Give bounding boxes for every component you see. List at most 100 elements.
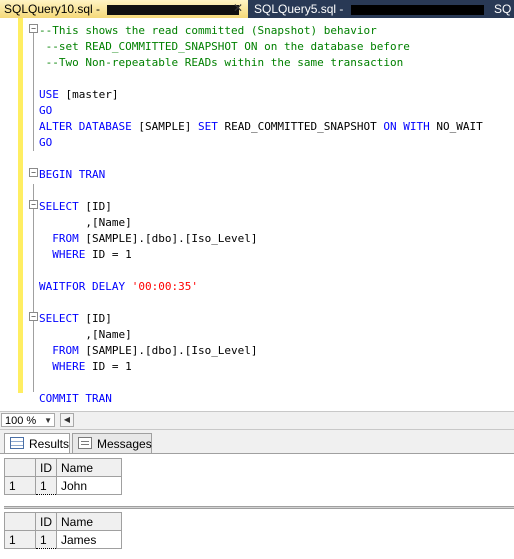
code-token: WHERE (39, 360, 92, 373)
code-token: GO (39, 104, 53, 117)
code-line[interactable] (39, 263, 483, 279)
grid-splitter[interactable] (4, 506, 514, 509)
code-token: --set READ_COMMITTED_SNAPSHOT ON on the … (39, 40, 410, 53)
code-token: COMMIT TRAN (39, 392, 112, 405)
code-line[interactable]: --This shows the read committed (Snapsho… (39, 23, 483, 39)
code-token: [SAMPLE].[dbo].[Iso_Level] (85, 232, 258, 245)
grid-corner[interactable] (4, 512, 36, 531)
code-token: FROM (39, 344, 86, 357)
sql-code[interactable]: --This shows the read committed (Snapsho… (39, 23, 483, 407)
tab-results-label: Results (29, 437, 70, 451)
column-header-id[interactable]: ID (35, 512, 57, 531)
collapse-icon[interactable]: − (29, 200, 38, 209)
zoom-dropdown[interactable]: 100 % ▼ (1, 413, 55, 427)
column-header-name[interactable]: Name (56, 512, 122, 531)
code-token: WHERE (39, 248, 92, 261)
code-line[interactable] (39, 71, 483, 87)
result-grid-2[interactable]: ID Name 1 1 James (4, 512, 514, 552)
result-grid-1[interactable]: ID Name 1 1 John (4, 458, 514, 498)
results-pane: ID Name 1 1 John ID Name 1 1 James (0, 453, 514, 559)
code-token: BEGIN TRAN (39, 168, 106, 181)
code-token: [master] (65, 88, 119, 101)
chevron-down-icon: ▼ (44, 416, 52, 425)
redacted-server-name (107, 4, 240, 15)
code-token: ID = 1 (91, 360, 132, 373)
change-tracking-bar (18, 18, 23, 393)
collapse-icon[interactable]: − (29, 312, 38, 321)
collapse-icon[interactable]: − (29, 168, 38, 177)
code-token: SET (197, 120, 225, 133)
messages-icon (78, 437, 92, 449)
close-tab-icon[interactable]: ✕ (232, 2, 244, 15)
code-line[interactable]: FROM [SAMPLE].[dbo].[Iso_Level] (39, 231, 483, 247)
tab-sqlquery5[interactable]: SQLQuery5.sql - (250, 0, 484, 18)
code-token: ,[Name] (39, 328, 132, 341)
tab-sqlquery10[interactable]: SQLQuery10.sql - ✕ (0, 0, 248, 18)
code-line[interactable]: --Two Non-repeatable READs within the sa… (39, 55, 483, 71)
code-token: --This shows the read committed (Snapsho… (39, 24, 377, 37)
editor-status-strip: 100 % ▼ ◀ (0, 411, 514, 429)
code-token: USE (39, 88, 66, 101)
code-token: FROM (39, 232, 86, 245)
code-line[interactable] (39, 295, 483, 311)
cell-id[interactable]: 1 (35, 530, 57, 549)
code-token: SELECT (39, 312, 86, 325)
code-line[interactable]: WHERE ID = 1 (39, 247, 483, 263)
code-line[interactable]: WAITFOR DELAY '00:00:35' (39, 279, 483, 295)
code-token: ID = 1 (91, 248, 132, 261)
code-token: ,[Name] (39, 216, 132, 229)
cell-name[interactable]: James (56, 530, 122, 549)
grid-corner[interactable] (4, 458, 36, 477)
code-line[interactable]: ,[Name] (39, 215, 483, 231)
code-line[interactable]: SELECT [ID] (39, 199, 483, 215)
code-token: [ID] (85, 200, 112, 213)
code-token: WAITFOR DELAY (39, 280, 132, 293)
code-token: '00:00:35' (131, 280, 198, 293)
code-line[interactable]: BEGIN TRAN (39, 167, 483, 183)
tab-results[interactable]: Results (4, 433, 70, 453)
code-token: ALTER DATABASE (39, 120, 139, 133)
code-line[interactable]: --set READ_COMMITTED_SNAPSHOT ON on the … (39, 39, 483, 55)
code-line[interactable]: SELECT [ID] (39, 311, 483, 327)
code-line[interactable]: ALTER DATABASE [SAMPLE] SET READ_COMMITT… (39, 119, 483, 135)
code-token: ON WITH (383, 120, 437, 133)
outline-guide (33, 31, 34, 151)
tab-label: SQ (494, 2, 512, 16)
table-row[interactable]: 1 1 John (4, 476, 122, 495)
code-token: GO (39, 136, 53, 149)
tab-messages-label: Messages (97, 437, 152, 451)
results-tab-strip: Results Messages (0, 429, 514, 454)
tab-messages[interactable]: Messages (72, 433, 152, 453)
code-token: [ID] (85, 312, 112, 325)
row-number[interactable]: 1 (4, 476, 36, 495)
code-line[interactable]: GO (39, 103, 483, 119)
tab-label: SQLQuery10.sql - (4, 2, 104, 16)
code-token: [SAMPLE] (138, 120, 198, 133)
column-header-name[interactable]: Name (56, 458, 122, 477)
document-tab-bar: SQLQuery10.sql - ✕ SQLQuery5.sql - SQ (0, 0, 514, 18)
table-row[interactable]: 1 1 James (4, 530, 122, 549)
collapse-icon[interactable]: − (29, 24, 38, 33)
code-line[interactable]: GO (39, 135, 483, 151)
code-token: --Two Non-repeatable READs within the sa… (39, 56, 404, 69)
code-line[interactable]: ,[Name] (39, 327, 483, 343)
scroll-left-arrow-icon[interactable]: ◀ (60, 413, 74, 427)
code-line[interactable]: USE [master] (39, 87, 483, 103)
code-line[interactable]: COMMIT TRAN (39, 391, 483, 407)
query-editor[interactable]: − − − − --This shows the read committed … (0, 18, 514, 411)
code-line[interactable] (39, 151, 483, 167)
code-line[interactable]: FROM [SAMPLE].[dbo].[Iso_Level] (39, 343, 483, 359)
code-token: NO_WAIT (436, 120, 483, 133)
code-line[interactable] (39, 375, 483, 391)
redacted-server-name (350, 4, 484, 15)
code-line[interactable]: WHERE ID = 1 (39, 359, 483, 375)
grid-icon (10, 437, 24, 449)
code-line[interactable] (39, 183, 483, 199)
code-token: READ_COMMITTED_SNAPSHOT (224, 120, 384, 133)
row-number[interactable]: 1 (4, 530, 36, 549)
tab-overflow[interactable]: SQ (494, 0, 514, 18)
column-header-id[interactable]: ID (35, 458, 57, 477)
cell-name[interactable]: John (56, 476, 122, 495)
cell-id[interactable]: 1 (35, 476, 57, 495)
tab-label: SQLQuery5.sql - (254, 2, 347, 16)
